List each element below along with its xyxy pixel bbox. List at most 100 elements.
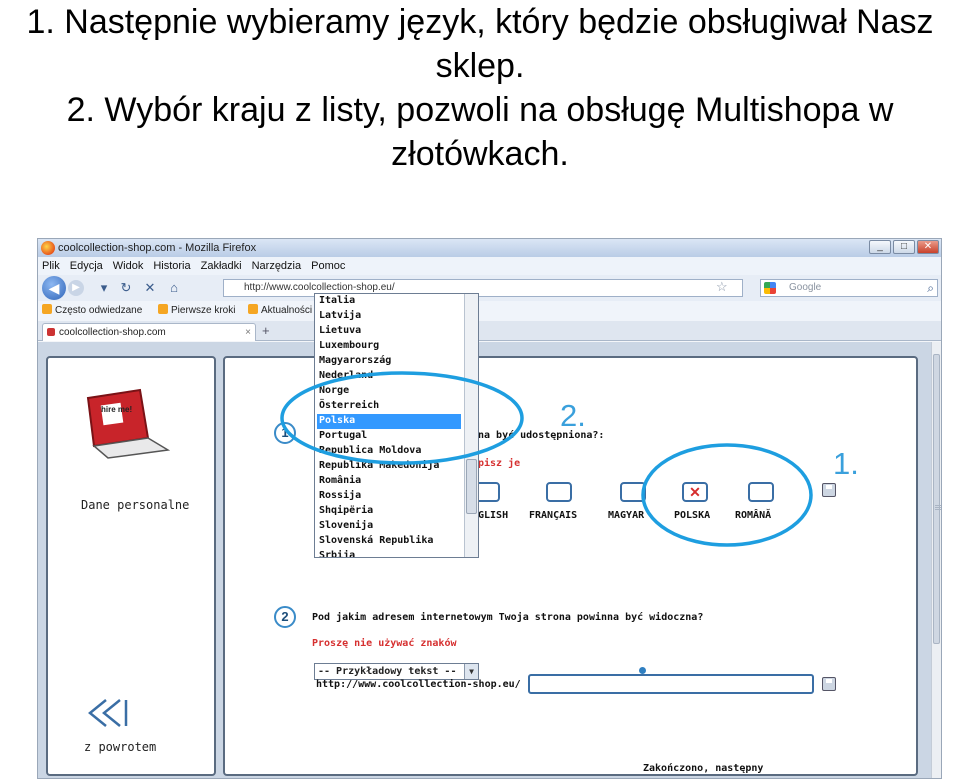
bookmark-folder-icon (42, 304, 52, 314)
new-tab-icon[interactable]: + (262, 323, 270, 338)
annotation-marker-2: 2. (560, 398, 586, 433)
search-box[interactable]: Google ⌕ (760, 279, 938, 297)
country-option[interactable]: Lietuva (317, 324, 461, 339)
laptop-icon[interactable] (78, 388, 170, 460)
country-option[interactable]: Srbija (317, 549, 461, 557)
bookmark-czesto-odwiedzane[interactable]: Często odwiedzane (42, 301, 142, 321)
lang-label-english: GLISH (478, 510, 509, 521)
country-dropdown-list[interactable]: Italia Latvija Lietuva Luxembourg Magyar… (314, 293, 479, 558)
menu-bar: Plik Edycja Widok Historia Zakładki Narz… (38, 257, 941, 275)
country-option-selected[interactable]: Polska (317, 414, 461, 429)
bookmark-label: Aktualności (261, 305, 313, 316)
dropdown-scrollbar[interactable] (464, 294, 478, 557)
step-2-number: 2 (274, 606, 296, 628)
menu-item-edycja[interactable]: Edycja (70, 257, 103, 275)
lang-checkbox-magyar[interactable] (620, 482, 646, 502)
country-option[interactable]: Norge (317, 384, 461, 399)
address-bar[interactable]: http://www.coolcollection-shop.eu/ (223, 279, 743, 297)
country-option[interactable]: Shqipëria (317, 504, 461, 519)
slide-title-line-3: 2. Wybór kraju z listy, pozwoli na obsłu… (66, 91, 894, 129)
home-icon[interactable]: ⌂ (166, 280, 182, 296)
country-option[interactable]: România (317, 474, 461, 489)
lang-label-polska: POLSKA (674, 510, 711, 521)
maximize-button[interactable]: □ (893, 240, 915, 254)
slide-title: 1. Następnie wybieramy język, który będz… (0, 0, 960, 176)
country-select[interactable]: -- Przykładowy tekst -- ▼ (314, 663, 479, 680)
menu-item-narzedzia[interactable]: Narzędzia (252, 257, 302, 275)
info-icon[interactable] (639, 667, 646, 674)
shop-url-input[interactable] (528, 674, 814, 694)
step-2-question: Pod jakim adresem internetowym Twoja str… (312, 612, 704, 623)
navigation-toolbar: ◀ ▶ ▾ ↻ ✕ ⌂ http://www.coolcollection-sh… (38, 275, 941, 301)
country-option[interactable]: Österreich (317, 399, 461, 414)
bookmark-aktualnosci[interactable]: Aktualności (248, 301, 312, 321)
dropdown-scroll-thumb[interactable] (466, 459, 477, 514)
minimize-button[interactable]: _ (869, 240, 891, 254)
dropdown-chevron-icon[interactable]: ▾ (96, 280, 112, 296)
site-favicon-icon (47, 328, 55, 336)
country-option[interactable]: Luxembourg (317, 339, 461, 354)
page-scroll-thumb[interactable] (933, 354, 941, 644)
window-controls: _ □ ✕ (869, 240, 939, 254)
lang-checkbox-romana[interactable] (748, 482, 774, 502)
search-placeholder: Google (789, 282, 822, 293)
tab-coolcollection[interactable]: coolcollection-shop.com × (42, 323, 256, 341)
country-option[interactable]: Republica Moldova (317, 444, 461, 459)
bookmark-pierwsze-kroki[interactable]: Pierwsze kroki (158, 301, 235, 321)
step-1-hint: pisz je (478, 458, 521, 469)
lang-label-francais: FRANÇAIS (529, 510, 578, 521)
country-option[interactable]: Nederland (317, 369, 461, 384)
menu-item-plik[interactable]: Plik (42, 257, 60, 275)
chevron-down-icon[interactable]: ▼ (464, 664, 478, 679)
menu-item-pomoc[interactable]: Pomoc (311, 257, 345, 275)
laptop-sticker-text: hire me! (101, 405, 133, 414)
lang-label-magyar: MAGYAR (608, 510, 645, 521)
tab-close-icon[interactable]: × (245, 324, 251, 341)
menu-item-zakladki[interactable]: Zakładki (201, 257, 242, 275)
bookmark-star-icon[interactable]: ☆ (716, 279, 728, 295)
tab-title: coolcollection-shop.com (59, 327, 166, 338)
country-option[interactable]: Republika Makedonija (317, 459, 461, 474)
save-disk-icon[interactable] (822, 677, 836, 691)
forward-arrow-icon[interactable]: ▶ (68, 280, 84, 296)
country-option[interactable]: Italia (317, 294, 461, 309)
menu-item-historia[interactable]: Historia (153, 257, 190, 275)
back-arrow-icon[interactable]: ◀ (42, 276, 66, 300)
country-option[interactable]: Portugal (317, 429, 461, 444)
close-window-button[interactable]: ✕ (917, 240, 939, 254)
lang-label-romana: ROMÂNĂ (735, 510, 772, 521)
rss-icon (248, 304, 258, 314)
slide-title-line-1: 1. Następnie wybieramy język, który będz… (26, 3, 934, 41)
window-titlebar: coolcollection-shop.com - Mozilla Firefo… (38, 239, 941, 257)
country-option[interactable]: Magyarország (317, 354, 461, 369)
reload-icon[interactable]: ↻ (118, 280, 134, 296)
dane-personalne-link[interactable]: Dane personalne (81, 498, 189, 512)
z-powrotem-link[interactable]: z powrotem (84, 740, 156, 754)
bookmark-page-icon (158, 304, 168, 314)
search-magnifier-icon[interactable]: ⌕ (927, 280, 934, 296)
menu-item-widok[interactable]: Widok (113, 257, 144, 275)
scroll-grip-icon (935, 505, 941, 511)
page-scrollbar[interactable] (931, 342, 941, 778)
bookmark-label: Często odwiedzane (55, 305, 143, 316)
country-option[interactable]: Slovenská Republika (317, 534, 461, 549)
country-option[interactable]: Latvija (317, 309, 461, 324)
back-arrows-icon[interactable] (86, 698, 132, 728)
url-prefix-label: http://www.coolcollection-shop.eu/ (316, 679, 521, 690)
stop-icon[interactable]: ✕ (142, 280, 158, 296)
slide-title-line-4: złotówkach. (391, 135, 569, 173)
save-disk-icon[interactable] (822, 483, 836, 497)
lang-checkbox-francais[interactable] (546, 482, 572, 502)
finish-next-link[interactable]: Zakończono, następny (643, 763, 763, 774)
sidebar-panel: hire me! Dane personalne z powrotem (46, 356, 216, 776)
step-2-hint: Proszę nie używać znaków (312, 638, 457, 649)
address-url: http://www.coolcollection-shop.eu/ (244, 282, 395, 293)
firefox-icon (41, 241, 55, 255)
step-1-number: 1 (274, 422, 296, 444)
country-option[interactable]: Slovenija (317, 519, 461, 534)
browser-window: coolcollection-shop.com - Mozilla Firefo… (37, 238, 942, 779)
lang-checkbox-polska[interactable]: ✕ (682, 482, 708, 502)
slide-title-line-2: sklep. (435, 47, 525, 85)
country-select-value: -- Przykładowy tekst -- (318, 666, 457, 677)
country-option[interactable]: Rossija (317, 489, 461, 504)
